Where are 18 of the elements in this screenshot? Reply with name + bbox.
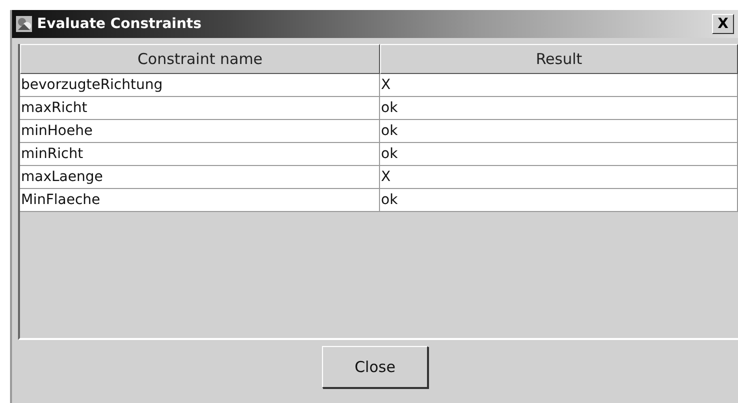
table-cell: ok (380, 189, 738, 212)
window-title: Evaluate Constraints (37, 14, 202, 34)
close-button[interactable]: Close (322, 346, 428, 388)
table-cell: minHoehe (20, 120, 380, 143)
table-cell: X (380, 74, 738, 97)
table-cell: maxRicht (20, 97, 380, 120)
app-icon (15, 15, 33, 33)
table-cell: maxLaenge (20, 166, 380, 189)
table-cell: X (380, 166, 738, 189)
column-header[interactable]: Constraint name (20, 44, 380, 74)
table-cell: MinFlaeche (20, 189, 380, 212)
table-cell: bevorzugteRichtung (20, 74, 380, 97)
table-cell: ok (380, 97, 738, 120)
close-button[interactable]: X (712, 14, 734, 34)
table-cell: ok (380, 120, 738, 143)
table-cell: ok (380, 143, 738, 166)
table-cell: minRicht (20, 143, 380, 166)
column-header[interactable]: Result (380, 44, 738, 74)
